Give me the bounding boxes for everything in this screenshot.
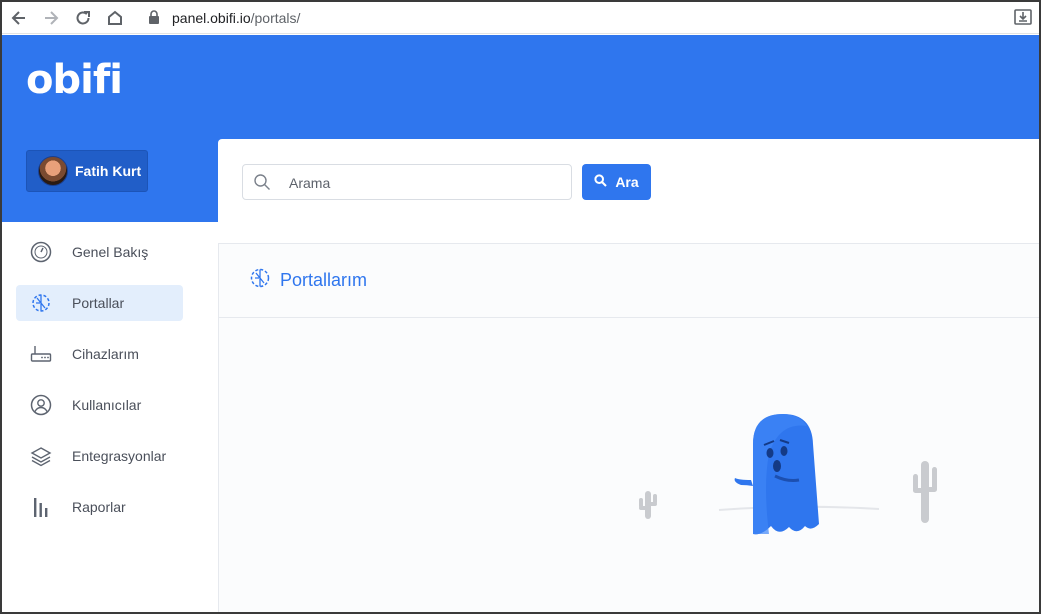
reload-icon[interactable] <box>72 7 94 29</box>
sidebar: Genel Bakış Portallar Cihazlarım Kullanı… <box>2 222 218 612</box>
card-header: Portallarım <box>219 244 1039 318</box>
search-input[interactable] <box>289 173 559 193</box>
url-path: /portals/ <box>250 10 301 26</box>
sidebar-item-label: Genel Bakış <box>72 244 149 260</box>
lock-icon <box>148 10 160 30</box>
search-button-label: Ara <box>615 174 639 190</box>
download-icon[interactable] <box>1013 7 1033 32</box>
main-content: Ara Portallarım <box>218 139 1039 612</box>
search-button[interactable]: Ara <box>582 164 651 200</box>
portals-card: Portallarım <box>218 243 1039 612</box>
logo[interactable]: obifi <box>26 57 123 103</box>
sidebar-item-label: Kullanıcılar <box>72 397 142 413</box>
sidebar-item-raporlar[interactable]: Raporlar <box>16 489 183 525</box>
forward-arrow-icon[interactable] <box>40 7 62 29</box>
portal-icon <box>29 291 53 315</box>
bar-chart-icon <box>29 495 53 519</box>
sidebar-item-label: Portallar <box>72 295 125 311</box>
layers-icon <box>29 444 53 468</box>
user-name: Fatih Kurt <box>75 163 142 179</box>
gauge-icon <box>29 240 53 264</box>
sidebar-item-cihazlarim[interactable]: Cihazlarım <box>16 336 183 372</box>
home-icon[interactable] <box>104 7 126 29</box>
empty-state-ghost-illustration <box>629 414 959 549</box>
sidebar-item-label: Cihazlarım <box>72 346 139 362</box>
search-icon <box>253 173 271 196</box>
sidebar-item-portallar[interactable]: Portallar <box>16 285 183 321</box>
browser-window: panel.obifi.io/portals/ obifi Fatih Kurt… <box>0 0 1041 614</box>
sidebar-item-genel-bakis[interactable]: Genel Bakış <box>16 234 183 270</box>
sidebar-item-entegrasyonlar[interactable]: Entegrasyonlar <box>16 438 183 474</box>
browser-toolbar: panel.obifi.io/portals/ <box>2 2 1039 34</box>
sidebar-item-label: Raporlar <box>72 499 126 515</box>
card-title: Portallarım <box>280 270 368 290</box>
url-host: panel.obifi.io <box>172 10 251 26</box>
search-icon <box>594 174 608 190</box>
user-menu-button[interactable]: Fatih Kurt <box>26 150 148 192</box>
sidebar-item-label: Entegrasyonlar <box>72 448 167 464</box>
search-field[interactable] <box>242 164 572 200</box>
router-icon <box>29 342 53 366</box>
back-arrow-icon[interactable] <box>8 7 30 29</box>
avatar <box>38 156 68 186</box>
portal-icon <box>249 267 271 294</box>
sidebar-item-kullanicilar[interactable]: Kullanıcılar <box>16 387 183 423</box>
address-bar[interactable]: panel.obifi.io/portals/ <box>172 10 300 26</box>
user-circle-icon <box>29 393 53 417</box>
